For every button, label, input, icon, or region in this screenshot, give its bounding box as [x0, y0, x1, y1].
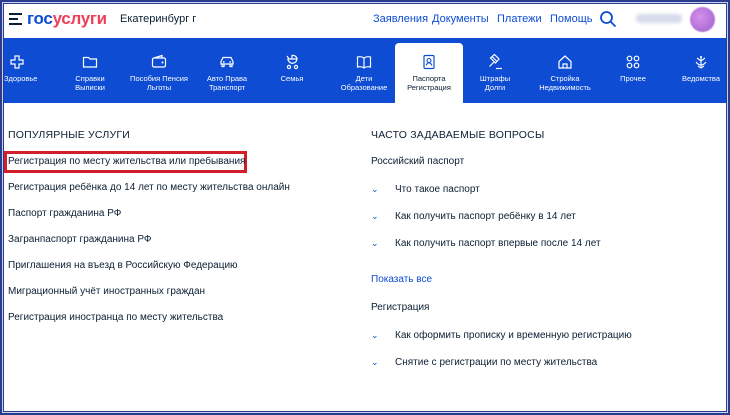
top-header: госуслуги Екатеринбург г Заявления Докум…: [4, 4, 726, 38]
faq-question: Что такое паспорт: [395, 184, 480, 195]
category-fines[interactable]: Штрафы Долги: [473, 38, 517, 103]
category-label: Семья: [280, 74, 304, 83]
house-icon: [558, 55, 572, 69]
faq-question: Как получить паспорт впервые после 14 ле…: [395, 238, 601, 249]
faq-item[interactable]: ⌄ Как оформить прописку и временную реги…: [371, 330, 632, 341]
book-icon: [356, 56, 372, 69]
faq-item[interactable]: ⌄ Как получить паспорт впервые после 14 …: [371, 238, 601, 249]
faq-question: Как получить паспорт ребёнку в 14 лет: [395, 211, 576, 222]
gavel-icon: [489, 54, 502, 70]
category-label: Ведомства: [682, 74, 720, 83]
category-passports[interactable]: Паспорта Регистрация: [395, 43, 463, 103]
category-label: Дети Образование: [340, 74, 388, 92]
search-icon[interactable]: [599, 10, 617, 28]
service-link[interactable]: Миграционный учёт иностранных граждан: [8, 286, 205, 297]
faq-item[interactable]: ⌄ Снятие с регистрации по месту жительст…: [371, 357, 597, 368]
faq-title: ЧАСТО ЗАДАВАЕМЫЕ ВОПРОСЫ: [371, 129, 545, 141]
nav-help[interactable]: Помощь: [550, 13, 593, 25]
chevron-down-icon: ⌄: [371, 238, 379, 248]
faq-item[interactable]: ⌄ Что такое паспорт: [371, 184, 480, 195]
category-label: Пособия Пенсия Льготы: [130, 74, 188, 92]
category-bar: Здоровье Справки Выписки Пособия Пенсия …: [4, 38, 726, 103]
category-label: Штрафы Долги: [479, 74, 511, 92]
car-icon: [220, 56, 234, 68]
faq-item[interactable]: ⌄ Как получить паспорт ребёнку в 14 лет: [371, 211, 576, 222]
chevron-down-icon: ⌄: [371, 330, 379, 340]
faq-group-title: Российский паспорт: [371, 156, 465, 167]
avatar[interactable]: [690, 7, 715, 32]
faq-question: Снятие с регистрации по месту жительства: [395, 357, 598, 368]
category-health[interactable]: Здоровье: [4, 38, 37, 103]
category-label: Авто Права Транспорт: [206, 74, 248, 92]
category-label: Паспорта Регистрация: [407, 74, 451, 92]
wallet-icon: [151, 54, 167, 68]
category-other[interactable]: Прочее: [615, 38, 651, 103]
category-label: Справки Выписки: [75, 74, 105, 92]
nav-payments[interactable]: Платежи: [497, 13, 542, 25]
faq-group-title: Регистрация: [371, 302, 430, 313]
service-link[interactable]: Паспорт гражданина РФ: [8, 208, 121, 219]
chevron-down-icon: ⌄: [371, 184, 379, 194]
category-auto[interactable]: Авто Права Транспорт: [199, 38, 255, 103]
service-link[interactable]: Регистрация по месту жительства или преб…: [8, 156, 245, 167]
service-link[interactable]: Загранпаспорт гражданина РФ: [8, 234, 152, 245]
gosuslugi-logo[interactable]: госуслуги: [27, 9, 107, 29]
folder-icon: [82, 56, 98, 68]
grid-icon: [626, 55, 640, 69]
emblem-icon: [695, 56, 707, 69]
stroller-icon: [286, 54, 299, 70]
nav-applications[interactable]: Заявления: [373, 13, 428, 25]
menu-icon[interactable]: [9, 13, 22, 25]
faq-question: Как оформить прописку и временную регист…: [395, 330, 632, 341]
service-link[interactable]: Приглашения на въезд в Российскую Федера…: [8, 260, 238, 271]
category-label: Прочее: [620, 74, 646, 83]
category-agencies[interactable]: Ведомства: [676, 38, 726, 103]
plus-icon: [10, 55, 24, 69]
category-benefits[interactable]: Пособия Пенсия Льготы: [128, 38, 190, 103]
category-education[interactable]: Дети Образование: [336, 38, 392, 103]
user-name-blurred[interactable]: [636, 14, 682, 23]
category-family[interactable]: Семья: [270, 38, 314, 103]
page: госуслуги Екатеринбург г Заявления Докум…: [3, 3, 727, 412]
city-selector[interactable]: Екатеринбург г: [120, 13, 196, 25]
show-all-link[interactable]: Показать все: [371, 274, 432, 285]
category-label: Здоровье: [4, 74, 38, 83]
service-link[interactable]: Регистрация иностранца по месту жительст…: [8, 312, 223, 323]
category-label: Стройка Недвижимость: [539, 74, 591, 92]
chevron-down-icon: ⌄: [371, 211, 379, 221]
chevron-down-icon: ⌄: [371, 357, 379, 367]
category-construction[interactable]: Стройка Недвижимость: [529, 38, 601, 103]
service-link[interactable]: Регистрация ребёнка до 14 лет по месту ж…: [8, 182, 290, 193]
popular-services-title: ПОПУЛЯРНЫЕ УСЛУГИ: [8, 129, 130, 141]
passport-icon: [423, 54, 435, 70]
nav-documents[interactable]: Документы: [432, 13, 489, 25]
category-certificates[interactable]: Справки Выписки: [62, 38, 118, 103]
